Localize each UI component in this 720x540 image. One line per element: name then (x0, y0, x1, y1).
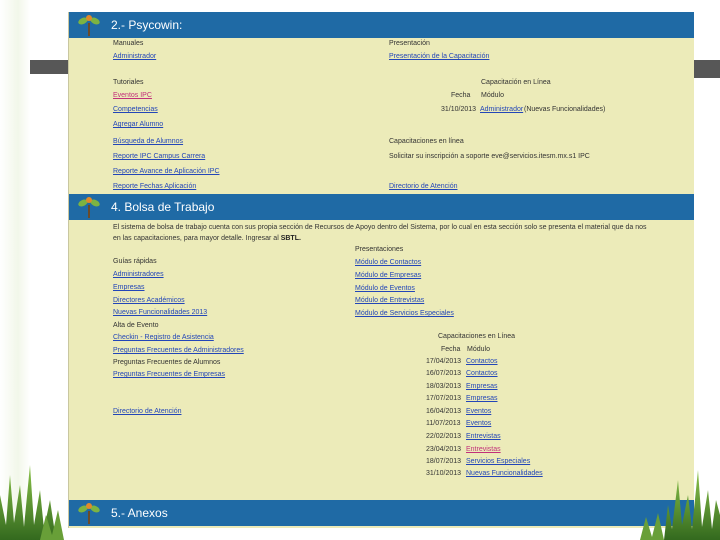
guias-header: Guías rápidas (113, 258, 157, 265)
tree-logo-icon (75, 194, 103, 220)
tree-logo-icon (75, 12, 103, 38)
bolsa-cap-fecha-label: Fecha (441, 346, 461, 353)
presentacion-link[interactable]: Módulo de Empresas (355, 271, 421, 280)
cap-row-date: 16/04/2013 (426, 408, 462, 415)
presentacion-link[interactable]: Módulo de Entrevistas (355, 296, 424, 305)
bolsa-capacitaciones-header: Capacitaciones en Línea (438, 333, 516, 340)
cap-row-module-link[interactable]: Entrevistas (466, 445, 501, 454)
guia-text: Preguntas Frecuentes de Alumnos (113, 359, 221, 366)
section-title-psycowin: 2.- Psycowin: (111, 18, 183, 32)
cap-row-date: 18/03/2013 (426, 383, 462, 390)
section-header-psycowin: 2.- Psycowin: (69, 12, 694, 38)
cap-row-date: 17/07/2013 (426, 395, 462, 402)
cap-administrador-link[interactable]: Administrador (480, 105, 523, 114)
guia-link[interactable]: Checkin - Registro de Asistencia (113, 333, 214, 342)
presentacion-capacitacion-link[interactable]: Presentación de la Capacitación (389, 52, 489, 61)
cap-row-module-link[interactable]: Entrevistas (466, 432, 501, 441)
manuales-header: Manuales (113, 40, 144, 47)
guia-link[interactable]: Preguntas Frecuentes de Administradores (113, 346, 244, 355)
guia-text: Alta de Evento (113, 322, 159, 329)
section-header-bolsa: 4. Bolsa de Trabajo (69, 194, 694, 220)
bolsa-description: El sistema de bolsa de trabajo cuenta co… (113, 224, 647, 242)
left-dark-band (30, 60, 70, 74)
cap-note: (Nuevas Funcionalidades) (524, 106, 606, 113)
guia-link[interactable]: Directores Académicos (113, 296, 185, 305)
tutorial-link[interactable]: Agregar Alumno (113, 120, 163, 129)
cap-row-module-link[interactable]: Contactos (466, 357, 498, 366)
cap-row-module-link[interactable]: Contactos (466, 369, 498, 378)
cap-modulo-label: Módulo (481, 92, 504, 99)
guia-link[interactable]: Nuevas Funcionalidades 2013 (113, 308, 207, 317)
section-title-bolsa: 4. Bolsa de Trabajo (111, 200, 215, 214)
tutorial-link[interactable]: Reporte Avance de Aplicación IPC (113, 167, 220, 176)
cap-row-module-link[interactable]: Eventos (466, 419, 491, 428)
cap-row-date: 23/04/2013 (426, 446, 462, 453)
grass-decoration (0, 465, 720, 540)
cap-row-date: 11/07/2013 (426, 420, 461, 427)
tutorial-link[interactable]: Búsqueda de Alumnos (113, 137, 183, 146)
tutorial-link[interactable]: Reporte Fechas Aplicación (113, 182, 196, 191)
guia-link[interactable]: Empresas (113, 283, 145, 292)
presentacion-header: Presentación (389, 40, 430, 47)
cap-row-date: 16/07/2013 (426, 370, 462, 377)
tutorial-link[interactable]: Reporte IPC Campus Carrera (113, 152, 205, 161)
cap-row-module-link[interactable]: Eventos (466, 407, 491, 416)
tutorial-link[interactable]: Competencias (113, 105, 158, 114)
presentaciones-header: Presentaciones (355, 246, 404, 253)
guia-link[interactable]: Preguntas Frecuentes de Empresas (113, 370, 225, 379)
presentacion-link[interactable]: Módulo de Contactos (355, 258, 421, 267)
directorio-atencion-link[interactable]: Directorio de Atención (113, 407, 181, 416)
directorio-atencion-link[interactable]: Directorio de Atención (389, 182, 457, 191)
guia-link[interactable]: Administradores (113, 270, 164, 279)
cap-row-date: 22/02/2013 (426, 433, 462, 440)
capacitaciones-en-linea-header: Capacitaciones en línea (389, 138, 464, 145)
capacitacion-header: Capacitación en Línea (481, 79, 551, 86)
cap-row-module-link[interactable]: Empresas (466, 394, 498, 403)
presentacion-link[interactable]: Módulo de Servicios Especiales (355, 309, 454, 318)
solicitar-inscripcion-text: Solicitar su inscripción a soporte eve@s… (389, 153, 590, 160)
cap-row-date: 17/04/2013 (426, 358, 462, 365)
manual-administrador-link[interactable]: Administrador (113, 52, 156, 61)
cap-fecha-label: Fecha (451, 92, 471, 99)
tutoriales-header: Tutoriales (113, 79, 144, 86)
tutorial-link[interactable]: Eventos IPC (113, 91, 152, 100)
cap-row-module-link[interactable]: Empresas (466, 382, 498, 391)
cap-date: 31/10/2013 (441, 106, 477, 113)
content-panel: 2.- Psycowin: Manuales Administrador Pre… (68, 12, 694, 528)
bolsa-cap-modulo-label: Módulo (467, 346, 490, 353)
presentacion-link[interactable]: Módulo de Eventos (355, 284, 415, 293)
